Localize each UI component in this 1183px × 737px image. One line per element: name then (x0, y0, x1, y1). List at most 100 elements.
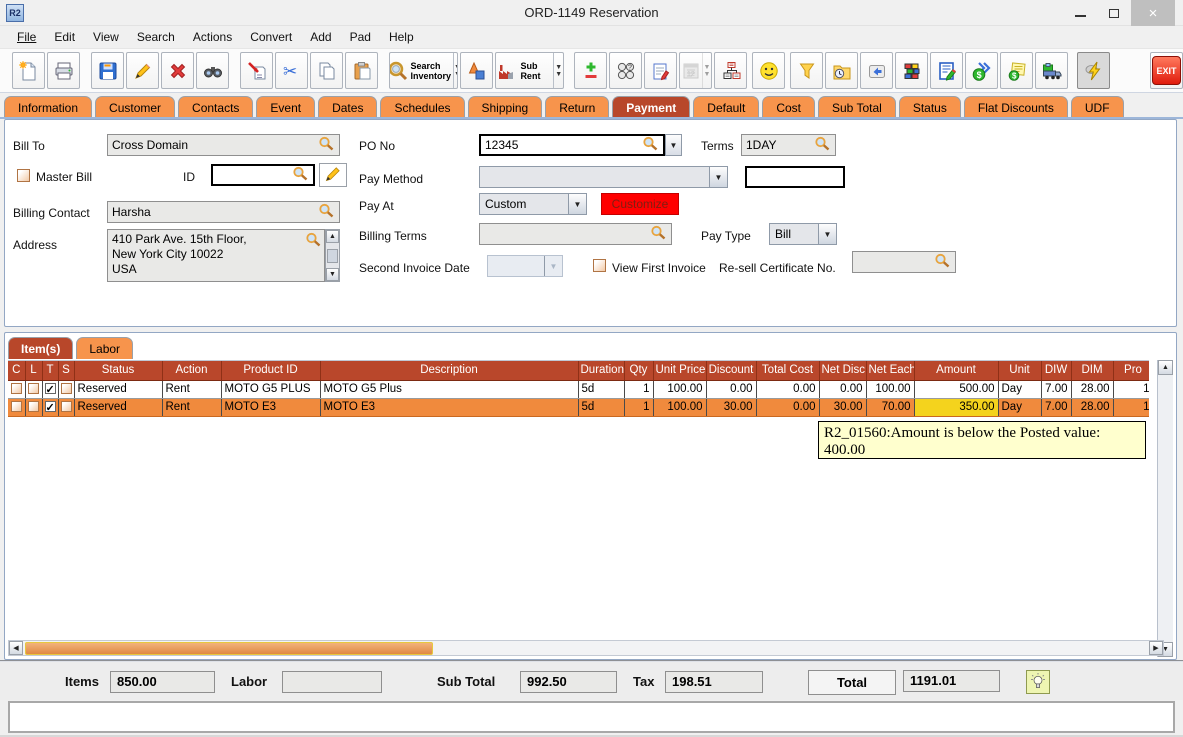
cell-description[interactable]: MOTO G5 Plus (320, 380, 578, 398)
scroll-up-icon[interactable]: ▲ (1158, 360, 1173, 375)
tab-shipping[interactable]: Shipping (468, 96, 543, 118)
cell-diw[interactable]: 7.00 (1041, 398, 1071, 416)
cell-net-each[interactable]: 70.00 (866, 398, 914, 416)
billing-terms-field[interactable] (479, 223, 672, 245)
cell-amount[interactable]: 350.00 (914, 398, 998, 416)
terms-field[interactable]: 1DAY (741, 134, 836, 156)
menu-view[interactable]: View (84, 28, 128, 46)
column-header-c[interactable]: C (8, 361, 25, 380)
column-header-net-each[interactable]: Net Each (866, 361, 914, 380)
search-icon[interactable] (318, 136, 335, 154)
cell-status[interactable]: Reserved (74, 398, 162, 416)
column-header-diw[interactable]: DIW (1041, 361, 1071, 380)
add-remove-button[interactable] (574, 52, 607, 89)
tab-flat-discounts[interactable]: Flat Discounts (964, 96, 1068, 118)
row-checkbox-l[interactable] (25, 398, 42, 416)
menu-convert[interactable]: Convert (241, 28, 301, 46)
search-inventory-button[interactable]: Search Inventory▼▼ (389, 52, 458, 89)
items-tab-items[interactable]: Item(s) (8, 337, 73, 359)
column-header-description[interactable]: Description (320, 361, 578, 380)
paste-button[interactable] (345, 52, 378, 89)
search-icon[interactable] (305, 232, 322, 250)
pay-method-combo[interactable]: ▼ (479, 166, 728, 188)
search-icon[interactable] (318, 203, 335, 221)
edit-document-button[interactable] (930, 52, 963, 89)
cut-button[interactable]: ✂ (275, 52, 308, 89)
feedback-button[interactable] (752, 52, 785, 89)
cell-duration[interactable]: 5d (578, 398, 624, 416)
master-bill-checkbox[interactable] (17, 169, 30, 182)
cell-product-id[interactable]: MOTO E3 (221, 398, 320, 416)
cell-action[interactable]: Rent (162, 398, 221, 416)
minimize-button[interactable] (1063, 0, 1097, 26)
menu-file[interactable]: File (8, 28, 45, 46)
row-checkbox-t[interactable]: ✓ (42, 398, 58, 416)
menu-help[interactable]: Help (380, 28, 423, 46)
exit-button[interactable]: EXIT (1150, 52, 1183, 89)
history-folder-button[interactable] (825, 52, 858, 89)
save-button[interactable] (91, 52, 124, 89)
cell-action[interactable]: Rent (162, 380, 221, 398)
cell-diw[interactable]: 7.00 (1041, 380, 1071, 398)
notes-button[interactable] (644, 52, 677, 89)
cell-status[interactable]: Reserved (74, 380, 162, 398)
cell-description[interactable]: MOTO E3 (320, 398, 578, 416)
new-order-button[interactable] (12, 52, 45, 89)
cell-unit-price[interactable]: 100.00 (653, 398, 706, 416)
column-header-action[interactable]: Action (162, 361, 221, 380)
tab-information[interactable]: Information (4, 96, 92, 118)
filter-button[interactable] (790, 52, 823, 89)
column-header-pro[interactable]: Pro (1113, 361, 1149, 380)
cell-net-disc[interactable]: 30.00 (819, 398, 866, 416)
column-header-dim[interactable]: DIM (1071, 361, 1113, 380)
scroll-up-icon[interactable]: ▲ (326, 230, 339, 243)
search-icon[interactable] (642, 136, 659, 154)
chevron-down-icon[interactable]: ▼▼ (702, 53, 711, 88)
cell-duration[interactable]: 5d (578, 380, 624, 398)
export-order-button[interactable] (240, 52, 273, 89)
pay-type-combo[interactable]: Bill▼ (769, 223, 837, 245)
shipping-truck-button[interactable] (1035, 52, 1068, 89)
tab-return[interactable]: Return (545, 96, 609, 118)
row-checkbox-s[interactable] (58, 380, 74, 398)
scroll-right-icon[interactable]: ▶ (1149, 641, 1163, 655)
row-checkbox-l[interactable] (25, 380, 42, 398)
bill-to-field[interactable]: Cross Domain (107, 134, 340, 156)
maximize-button[interactable] (1097, 0, 1131, 26)
column-header-unit[interactable]: Unit (998, 361, 1041, 380)
cell-dim[interactable]: 28.00 (1071, 380, 1113, 398)
edit-id-button[interactable] (319, 163, 347, 187)
resell-cert-field[interactable] (852, 251, 956, 273)
cell-qty[interactable]: 1 (624, 380, 653, 398)
cell-total-cost[interactable]: 0.00 (756, 380, 819, 398)
scroll-thumb[interactable] (25, 642, 433, 655)
customize-button[interactable]: Customize (601, 193, 679, 215)
column-header-status[interactable]: Status (74, 361, 162, 380)
hint-button[interactable] (1026, 670, 1050, 694)
column-header-total-cost[interactable]: Total Cost (756, 361, 819, 380)
menu-add[interactable]: Add (301, 28, 340, 46)
table-row[interactable]: ✓ ReservedRentMOTO G5 PLUSMOTO G5 Plus5d1… (8, 380, 1149, 398)
column-header-duration[interactable]: Duration (578, 361, 624, 380)
column-header-s[interactable]: S (58, 361, 74, 380)
column-header-unit-price[interactable]: Unit Price (653, 361, 706, 380)
copy-button[interactable] (310, 52, 343, 89)
row-checkbox-t[interactable]: ✓ (42, 380, 58, 398)
cell-product-id[interactable]: MOTO G5 PLUS (221, 380, 320, 398)
cell-pro[interactable]: 1 (1113, 398, 1149, 416)
menu-edit[interactable]: Edit (45, 28, 84, 46)
cell-qty[interactable]: 1 (624, 398, 653, 416)
cell-unit[interactable]: Day (998, 380, 1041, 398)
assets-button[interactable] (460, 52, 493, 89)
scroll-down-icon[interactable]: ▼ (326, 268, 339, 281)
cell-dim[interactable]: 28.00 (1071, 398, 1113, 416)
grid-vertical-scrollbar[interactable]: ▲ ▼ (1157, 360, 1173, 657)
items-tab-labor[interactable]: Labor (76, 337, 133, 359)
cell-discount[interactable]: 0.00 (706, 380, 756, 398)
cell-discount[interactable]: 30.00 (706, 398, 756, 416)
shortcut-keys-button[interactable] (860, 52, 893, 89)
tab-dates[interactable]: Dates (318, 96, 377, 118)
column-header-discount[interactable]: Discount (706, 361, 756, 380)
tab-schedules[interactable]: Schedules (380, 96, 464, 118)
pay-method-extra-field[interactable] (745, 166, 845, 188)
